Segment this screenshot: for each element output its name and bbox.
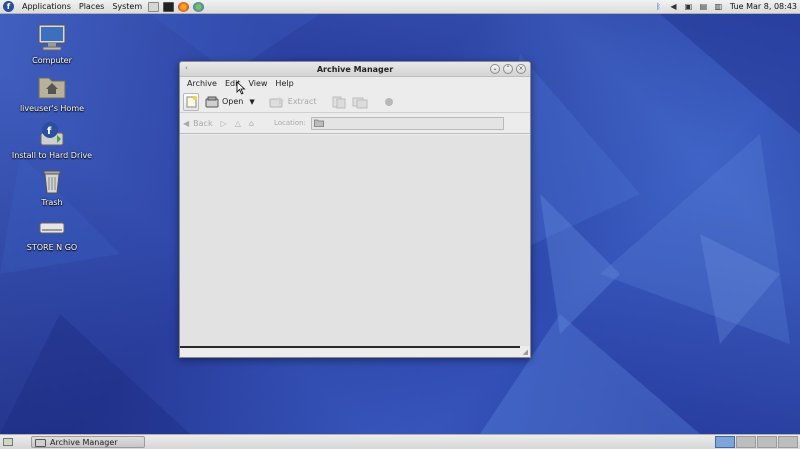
workspace-2[interactable]	[736, 436, 756, 448]
statusbar: ◢	[180, 346, 530, 357]
window-titlebar[interactable]: ‹ Archive Manager ⌄ ⌃ ×	[180, 62, 530, 77]
open-archive-icon	[205, 96, 219, 107]
add-files-icon	[332, 96, 346, 108]
location-bar: ◀ Back ▷ △ ⌂ Location:	[180, 113, 530, 134]
desktop-icon-label: Trash	[41, 198, 63, 207]
places-menu[interactable]: Places	[75, 0, 108, 14]
desktop-icon-home[interactable]: liveuser's Home	[7, 74, 97, 113]
bluetooth-icon[interactable]: ᛒ	[654, 2, 663, 11]
location-input[interactable]	[310, 116, 504, 130]
desktop-icon-computer[interactable]: Computer	[7, 24, 97, 65]
mouse-pointer-icon	[236, 81, 246, 95]
menu-archive[interactable]: Archive	[183, 77, 221, 91]
new-archive-button[interactable]	[183, 92, 199, 111]
archive-manager-task-icon	[35, 438, 46, 447]
workspace-3[interactable]	[757, 436, 777, 448]
back-button-label: Back	[193, 118, 213, 128]
top-panel: f Applications Places System ᛒ ◀ ▣ ▤ ▥ T…	[0, 0, 800, 14]
workspace-switcher	[714, 436, 798, 448]
open-dropdown-button[interactable]: ▼	[249, 93, 254, 111]
svg-text:f: f	[47, 126, 52, 137]
extract-button[interactable]: Extract	[269, 93, 317, 111]
resize-grip-icon[interactable]: ◢	[523, 348, 528, 356]
progress-line	[180, 346, 520, 348]
minimize-button[interactable]: ⌄	[490, 64, 500, 74]
drive-icon	[39, 222, 65, 234]
location-label: Location:	[273, 119, 306, 127]
close-button[interactable]: ×	[516, 64, 526, 74]
desktop-icon-store-n-go[interactable]: STORE N GO	[7, 215, 97, 252]
install-icon: f	[40, 122, 64, 146]
archive-manager-window: ‹ Archive Manager ⌄ ⌃ × Archive Edit Vie…	[179, 61, 531, 358]
desktop-icon-label: liveuser's Home	[19, 104, 85, 113]
add-files-button[interactable]	[332, 93, 346, 111]
home-icon: ⌂	[248, 118, 254, 128]
arrow-left-icon: ◀	[183, 118, 190, 128]
desktop-icon-label: Install to Hard Drive	[11, 151, 93, 160]
maximize-button[interactable]: ⌃	[503, 64, 513, 74]
add-folder-button[interactable]	[352, 93, 368, 111]
folder-icon	[314, 119, 324, 127]
window-menubar: Archive Edit View Help	[180, 77, 530, 91]
archive-content-area[interactable]	[180, 135, 530, 347]
desktop-icon-trash[interactable]: Trash	[7, 168, 97, 207]
open-button[interactable]: Open	[205, 93, 243, 111]
back-button[interactable]: ◀ Back	[183, 119, 213, 128]
menu-view[interactable]: View	[244, 77, 271, 91]
forward-button[interactable]: ▷	[221, 119, 227, 128]
arrow-right-icon: ▷	[220, 118, 227, 128]
stop-button[interactable]	[384, 93, 394, 111]
bottom-panel: Archive Manager	[0, 434, 800, 449]
home-folder-icon	[38, 77, 66, 99]
toolbar: Open ▼ Extract	[180, 91, 530, 113]
desktop-icon-label: STORE N GO	[26, 243, 78, 252]
desktop-icon-install[interactable]: f Install to Hard Drive	[7, 121, 97, 160]
computer-icon	[38, 24, 66, 51]
updates-icon[interactable]: ▥	[714, 2, 723, 11]
stop-icon	[385, 97, 394, 106]
firefox-launcher-icon[interactable]	[178, 1, 190, 12]
applications-menu[interactable]: Applications	[18, 0, 75, 14]
taskbar-item-label: Archive Manager	[50, 437, 118, 447]
menu-help[interactable]: Help	[271, 77, 297, 91]
terminal-launcher-icon[interactable]	[163, 1, 175, 12]
up-button[interactable]: △	[235, 119, 241, 128]
open-button-label: Open	[222, 97, 244, 106]
system-menu[interactable]: System	[108, 0, 146, 14]
chevron-down-icon: ▼	[249, 97, 255, 106]
network-icon[interactable]: ▣	[684, 2, 693, 11]
workspace-1[interactable]	[715, 436, 735, 448]
file-manager-launcher-icon[interactable]	[148, 1, 160, 12]
home-button[interactable]: ⌂	[249, 119, 254, 128]
notes-icon[interactable]: ▤	[699, 2, 708, 11]
add-folder-icon	[352, 97, 368, 108]
taskbar-item-archive-manager[interactable]: Archive Manager	[31, 436, 145, 448]
trash-icon	[43, 170, 61, 194]
workspace-4[interactable]	[778, 436, 798, 448]
clock[interactable]: Tue Mar 8, 08:43	[730, 2, 797, 11]
new-document-icon	[186, 95, 197, 107]
desktop-icon-label: Computer	[32, 56, 72, 65]
network-launcher-icon[interactable]	[193, 1, 205, 12]
window-title: Archive Manager	[316, 65, 394, 74]
volume-icon[interactable]: ◀	[669, 2, 678, 11]
extract-button-label: Extract	[287, 97, 317, 106]
arrow-up-icon: △	[234, 118, 241, 128]
extract-icon	[269, 96, 284, 107]
fedora-logo-icon[interactable]: f	[3, 1, 14, 12]
show-desktop-button[interactable]	[3, 438, 13, 446]
